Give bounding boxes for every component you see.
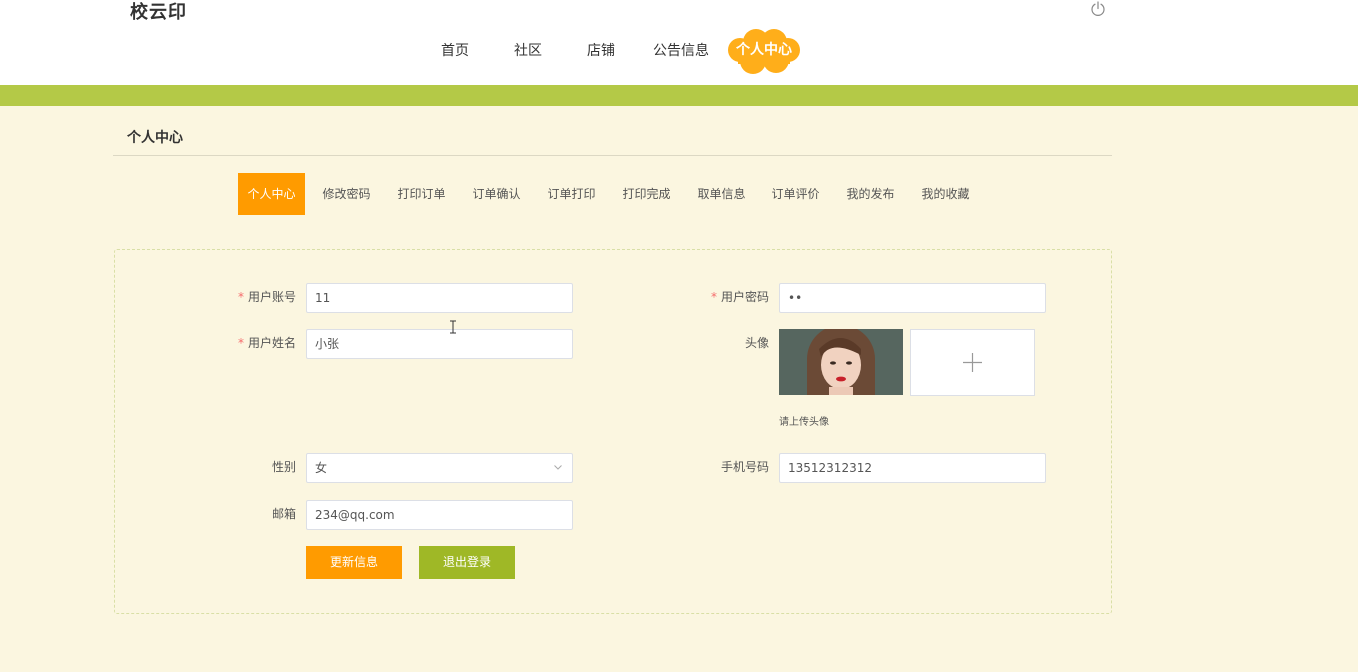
tab-order-confirm[interactable]: 订单确认 xyxy=(463,173,530,215)
tab-order-review[interactable]: 订单评价 xyxy=(762,173,829,215)
avatar-upload-tip: 请上传头像 xyxy=(779,417,829,428)
header: 校云印 首页 社区 店铺 公告信息 个人中心 xyxy=(0,0,1358,85)
text-cursor-icon xyxy=(450,320,456,334)
avatar-upload-button[interactable] xyxy=(910,329,1035,396)
page-title: 个人中心 xyxy=(127,130,183,146)
tab-my-posts[interactable]: 我的发布 xyxy=(837,173,904,215)
nav-active-label: 个人中心 xyxy=(736,42,792,58)
required-mark: * xyxy=(710,290,717,304)
update-info-button[interactable]: 更新信息 xyxy=(306,546,402,579)
main-nav: 首页 社区 店铺 公告信息 xyxy=(0,30,1358,72)
password-field[interactable]: •• xyxy=(779,283,1046,313)
gender-label: 性别 xyxy=(271,460,296,474)
tab-change-password[interactable]: 修改密码 xyxy=(313,173,380,215)
header-accent-band xyxy=(0,85,1358,106)
avatar-label: 头像 xyxy=(744,336,769,350)
logo: 校云印 xyxy=(130,2,187,23)
tab-print-orders[interactable]: 打印订单 xyxy=(388,173,455,215)
nav-item-community[interactable]: 社区 xyxy=(514,30,542,72)
email-label: 邮箱 xyxy=(271,507,296,521)
power-icon[interactable] xyxy=(1090,1,1106,17)
tab-order-print[interactable]: 订单打印 xyxy=(538,173,605,215)
password-label: * 用户密码 xyxy=(649,282,769,312)
title-divider xyxy=(113,155,1112,156)
name-field[interactable] xyxy=(306,329,573,359)
required-mark: * xyxy=(237,290,244,304)
plus-icon xyxy=(963,353,982,372)
account-label: * 用户账号 xyxy=(176,282,296,312)
name-label: * 用户姓名 xyxy=(176,328,296,358)
nav-item-personal-center[interactable]: 个人中心 xyxy=(726,28,802,76)
phone-label: 手机号码 xyxy=(720,460,769,474)
tab-personal-center[interactable]: 个人中心 xyxy=(238,173,305,215)
name-label-text: 用户姓名 xyxy=(247,336,296,350)
email-field[interactable] xyxy=(306,500,573,530)
chevron-down-icon xyxy=(554,465,562,470)
avatar xyxy=(779,329,903,395)
tab-pickup-info[interactable]: 取单信息 xyxy=(688,173,755,215)
required-mark: * xyxy=(237,336,244,350)
phone-field[interactable] xyxy=(779,453,1046,483)
nav-item-announcements[interactable]: 公告信息 xyxy=(653,30,709,72)
profile-tabs: 个人中心 修改密码 打印订单 订单确认 订单打印 打印完成 取单信息 订单评价 … xyxy=(0,173,1358,215)
tab-print-complete[interactable]: 打印完成 xyxy=(613,173,680,215)
nav-item-shops[interactable]: 店铺 xyxy=(587,30,615,72)
tab-my-favorites[interactable]: 我的收藏 xyxy=(912,173,979,215)
account-label-text: 用户账号 xyxy=(247,290,296,304)
logout-button[interactable]: 退出登录 xyxy=(419,546,515,579)
gender-select[interactable]: 女 xyxy=(306,453,573,483)
nav-item-home[interactable]: 首页 xyxy=(441,30,469,72)
password-label-text: 用户密码 xyxy=(720,290,769,304)
gender-select-value: 女 xyxy=(315,461,328,475)
account-field[interactable] xyxy=(306,283,573,313)
